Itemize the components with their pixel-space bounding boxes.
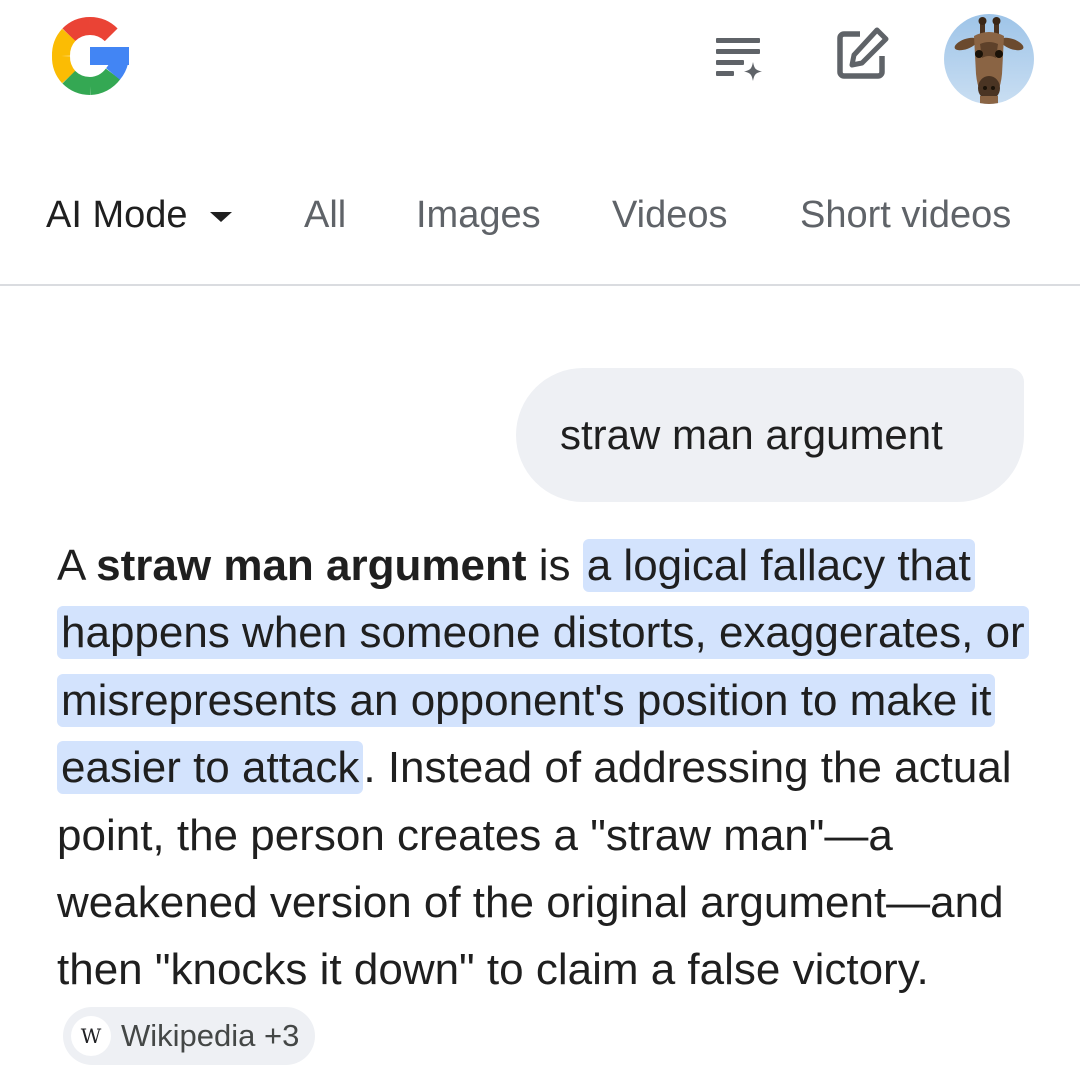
history-list-sparkle-icon [716,38,762,81]
top-bar [0,0,1080,120]
user-query-text: straw man argument [560,411,943,458]
answer-term: straw man argument [96,541,527,590]
account-avatar[interactable] [944,14,1034,104]
answer-intro: A [57,541,97,590]
tabs-divider [0,284,1080,286]
dropdown-caret-icon [209,212,232,222]
source-chip-label: Wikipedia +3 [121,1018,300,1054]
source-chip-wikipedia[interactable]: W Wikipedia +3 [63,1007,316,1066]
tab-images[interactable]: Images [416,192,541,238]
new-chat-button[interactable] [826,18,898,90]
search-mode-tabs: AI Mode All Images Videos Short videos [0,178,1080,254]
user-query-bubble: straw man argument [516,368,1024,502]
tab-ai-mode[interactable]: AI Mode [46,192,232,238]
wikipedia-icon: W [71,1016,111,1057]
tab-all[interactable]: All [304,192,346,238]
google-logo[interactable] [44,10,136,102]
giraffe-avatar-icon [944,14,1034,104]
answer-is: is [526,541,583,590]
edit-square-icon [837,27,889,79]
ai-history-button[interactable] [702,22,774,94]
tab-videos[interactable]: Videos [612,192,728,238]
ai-answer-paragraph: A straw man argument is a logical fallac… [57,532,1037,1071]
tab-short-videos[interactable]: Short videos [800,192,1011,238]
tab-label: AI Mode [46,194,188,236]
